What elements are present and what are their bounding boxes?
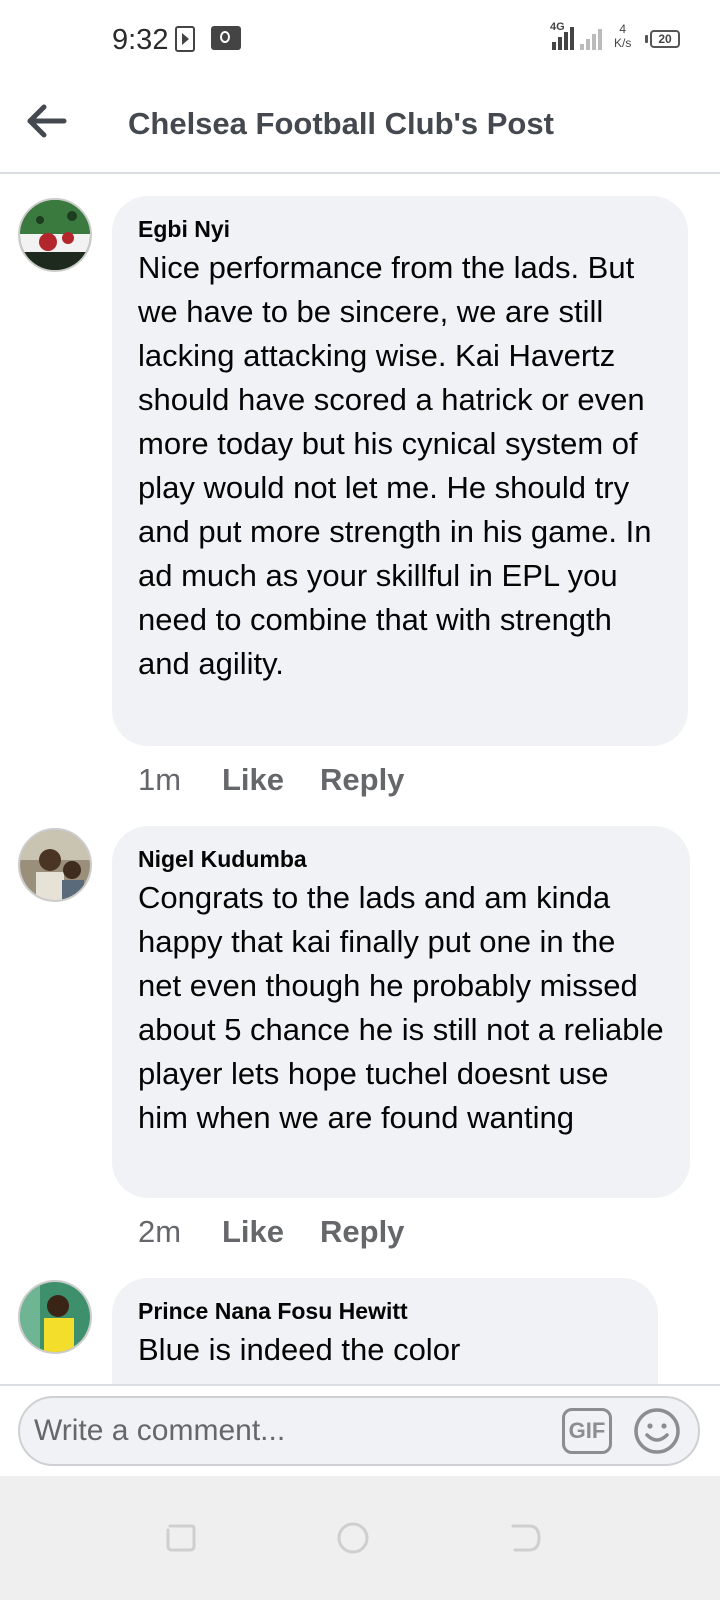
status-bar: 9:32 4G 4 K/s 20: [0, 0, 720, 80]
arrow-left-icon: [27, 104, 67, 138]
comment-text: Congrats to the lads and am kinda happy …: [138, 880, 664, 1135]
reply-button[interactable]: Reply: [320, 1214, 404, 1250]
page-title: Chelsea Football Club's Post: [128, 106, 554, 141]
square-icon: [166, 1524, 196, 1552]
comment-time[interactable]: 1m: [138, 762, 181, 798]
avatar[interactable]: [18, 828, 92, 902]
gif-button[interactable]: GIF: [562, 1408, 612, 1454]
comment-bubble: Prince Nana Fosu Hewitt Blue is indeed t…: [112, 1278, 658, 1384]
comment-author[interactable]: Nigel Kudumba: [138, 844, 664, 874]
comment-list: Egbi Nyi Nice performance from the lads.…: [0, 174, 720, 1384]
battery-tip: [645, 35, 648, 43]
avatar-image: [20, 830, 90, 900]
avatar[interactable]: [18, 1280, 92, 1354]
avatar[interactable]: [18, 198, 92, 272]
network-speed-unit: K/s: [614, 36, 632, 50]
comment-composer: GIF: [0, 1384, 720, 1478]
like-button[interactable]: Like: [222, 762, 284, 798]
circle-icon: [337, 1522, 369, 1554]
smiley-icon: [634, 1408, 680, 1454]
comment-text: Blue is indeed the color: [138, 1332, 461, 1367]
system-nav-bar: [0, 1476, 720, 1600]
system-back-button[interactable]: [493, 1506, 557, 1570]
back-button[interactable]: [22, 96, 72, 146]
play-notification-icon: [175, 26, 195, 52]
comment-bubble: Nigel Kudumba Congrats to the lads and a…: [112, 826, 690, 1198]
app-header: Chelsea Football Club's Post: [0, 80, 720, 174]
recent-apps-button[interactable]: [148, 1506, 212, 1570]
shield-notification-icon: [211, 26, 241, 50]
comment-bubble: Egbi Nyi Nice performance from the lads.…: [112, 196, 688, 746]
emoji-button[interactable]: [632, 1406, 682, 1456]
screen: 9:32 4G 4 K/s 20 Chelsea Football Club's…: [0, 0, 720, 1600]
avatar-image: [20, 200, 90, 270]
network-type: 4G: [550, 21, 565, 33]
network-speed: 4 K/s: [614, 22, 631, 50]
like-button[interactable]: Like: [222, 1214, 284, 1250]
comment-time[interactable]: 2m: [138, 1214, 181, 1250]
comment-text: Nice performance from the lads. But we h…: [138, 250, 652, 681]
network-speed-value: 4: [619, 22, 627, 36]
status-time: 9:32: [112, 24, 169, 56]
comment-author[interactable]: Egbi Nyi: [138, 214, 662, 244]
comment-author[interactable]: Prince Nana Fosu Hewitt: [138, 1296, 632, 1326]
reply-button[interactable]: Reply: [320, 762, 404, 798]
avatar-image: [20, 1282, 90, 1352]
back-icon: [511, 1524, 541, 1552]
home-button[interactable]: [321, 1506, 385, 1570]
battery-icon: 20: [650, 30, 680, 48]
